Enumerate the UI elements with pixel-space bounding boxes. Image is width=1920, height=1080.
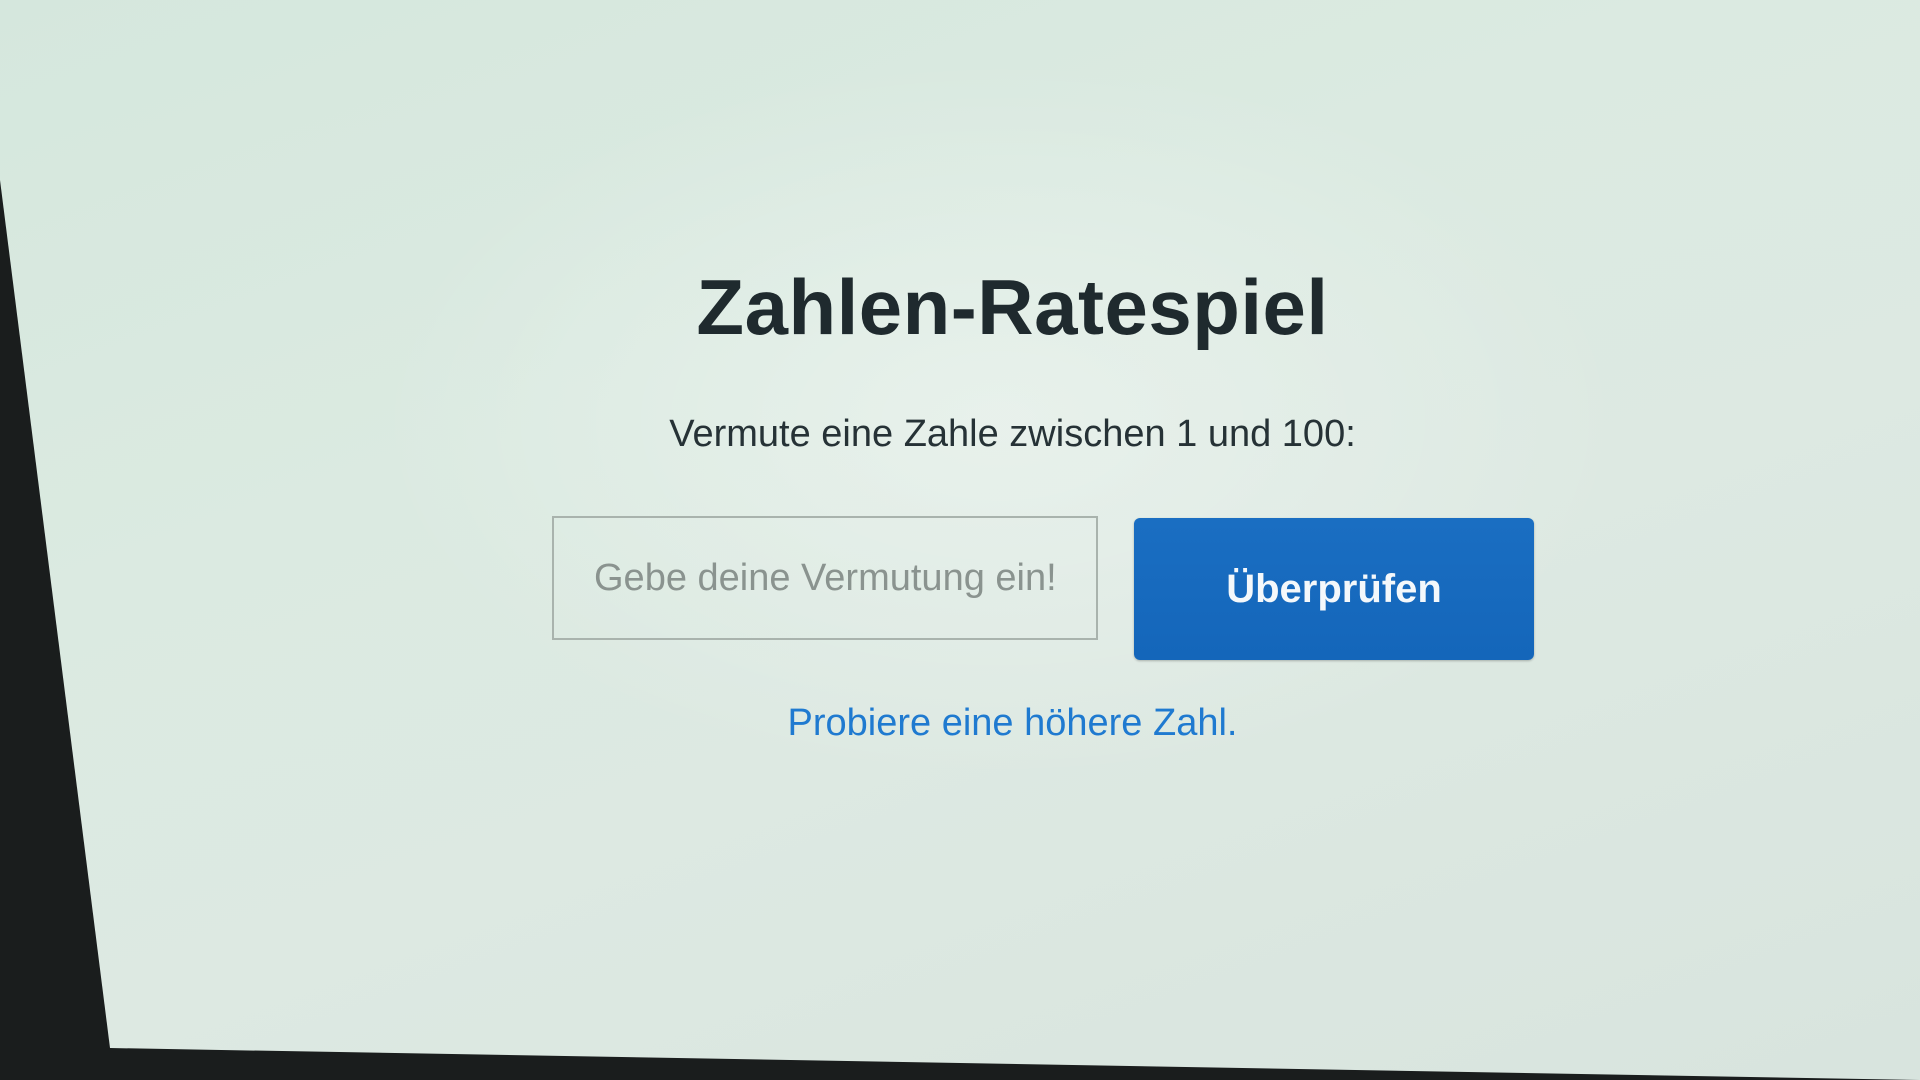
screen: Zahlen-Ratespiel Vermute eine Zahle zwis…	[0, 0, 1920, 1080]
guess-input[interactable]	[552, 516, 1098, 640]
guess-prompt: Vermute eine Zahle zwischen 1 und 100:	[669, 413, 1356, 455]
game-container: Zahlen-Ratespiel Vermute eine Zahle zwis…	[0, 0, 1920, 1080]
check-button[interactable]: Überprüfen	[1134, 518, 1534, 660]
feedback-message: Probiere eine höhere Zahl.	[787, 702, 1238, 744]
page-title: Zahlen-Ratespiel	[696, 263, 1329, 351]
